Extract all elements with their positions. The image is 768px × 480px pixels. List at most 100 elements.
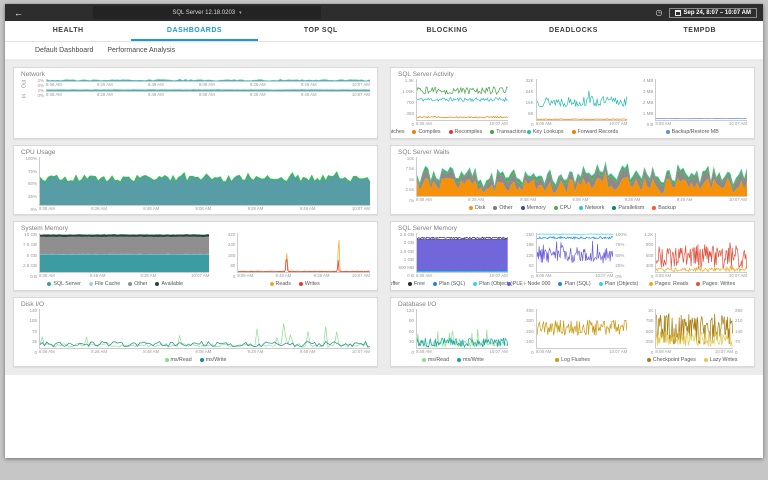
tab-blocking[interactable]: BLOCKING — [384, 21, 510, 41]
legend-dot-icon — [507, 282, 511, 286]
card-title-network: Network — [14, 68, 377, 79]
legend-dot-icon — [47, 282, 51, 286]
legend-item[interactable]: ms/Write — [457, 357, 484, 363]
y-axis-ticks: 10s7.5s5s2.5s0s — [398, 157, 416, 203]
sql-memory-pages-chart: 1.2K90060030008:08 AM10:07 AMPages: Read… — [637, 233, 747, 288]
legend-item[interactable]: Writes — [299, 281, 320, 287]
chart-legend: ms/Read ms/Write — [398, 355, 508, 364]
chart-legend: PLE - Node 000Plan (SQL)Plan (Objects) — [518, 279, 628, 288]
legend-item[interactable]: SQL Server — [47, 281, 80, 287]
card-database-io: Database I/O 12090603008:08 AM10:07 AMms… — [390, 297, 755, 367]
x-axis-ticks: 8:08 AM8:28 AM8:48 AM9:08 AM9:28 AM9:48 … — [46, 82, 370, 88]
y-axis-ticks: 1K7505002500 — [637, 309, 655, 355]
y-axis-label: Out — [21, 79, 28, 88]
legend-item[interactable]: Other — [493, 205, 512, 211]
legend-item[interactable]: ms/Write — [200, 357, 227, 363]
legend-dot-icon — [612, 206, 616, 210]
plot-area — [416, 233, 508, 273]
legend-item[interactable]: Other — [128, 281, 147, 287]
legend-item[interactable]: CPU — [554, 205, 571, 211]
legend-dot-icon — [704, 358, 708, 362]
legend-item[interactable]: Available — [155, 281, 182, 287]
activity-backup-chart: 4 MB3 MB2 MB1 MB0 B8:08 AM10:07 AMBackup… — [637, 79, 747, 136]
y-axis-ticks: 2%0% — [28, 79, 46, 88]
tab-health[interactable]: HEALTH — [5, 21, 131, 41]
server-selector[interactable]: SQL Server 12.18.0203 ▾ — [93, 6, 321, 19]
legend-item[interactable]: Reads — [270, 281, 291, 287]
sql-server-waits-chart: 10s7.5s5s2.5s0s8:08 AM8:28 AM8:48 AM9:08… — [398, 157, 747, 212]
legend-item[interactable]: PLE - Node 000 — [507, 281, 551, 287]
plot-area — [536, 79, 628, 121]
legend-item[interactable]: Key Lookups — [527, 129, 564, 135]
cpu-usage-chart: 100%75%50%25%0%8:08 AM8:28 AM8:48 AM9:08… — [21, 157, 370, 212]
plot-area — [39, 157, 370, 206]
tab-top-sql[interactable]: TOP SQL — [258, 21, 384, 41]
card-title-activity: SQL Server Activity — [391, 68, 754, 79]
legend-item[interactable]: ms/Read — [165, 357, 192, 363]
legend-dot-icon — [579, 206, 583, 210]
plot-area — [655, 309, 733, 349]
y-axis-ticks: 2.5 GB2 GB1.5 GB1 GB500 MB0 B — [398, 233, 416, 279]
breadcrumb-item-performance-analysis[interactable]: Performance Analysis — [107, 47, 175, 54]
legend-item[interactable]: Plan (SQL) — [558, 281, 590, 287]
legend-item[interactable]: Memory — [521, 205, 546, 211]
chart-legend: SQL Server File Cache Other Available — [21, 279, 209, 288]
y-axis-ticks-right: 100%75%50%25%0% — [613, 233, 627, 279]
legend-dot-icon — [599, 282, 603, 286]
legend-item[interactable]: Backup — [652, 205, 676, 211]
y-axis-ticks: 4 MB3 MB2 MB1 MB0 B — [637, 79, 655, 127]
y-axis-ticks: 32K24K16K8K0 — [518, 79, 536, 127]
legend-item[interactable]: ms/Read — [422, 357, 449, 363]
database-io-logflush-chart: 40030020010008:08 AM10:07 AMLog Flushes — [518, 309, 628, 364]
legend-item[interactable]: Recompiles — [449, 129, 483, 135]
x-axis-ticks: 8:08 AM8:28 AM8:48 AM9:08 AM9:28 AM9:48 … — [39, 206, 370, 212]
legend-item[interactable]: Checkpoint Pages — [647, 357, 696, 363]
tab-dashboards[interactable]: DASHBOARDS — [131, 21, 257, 41]
date-range-button[interactable]: Sep 24, 8:07 – 10:07 AM — [669, 8, 757, 18]
legend-dot-icon — [422, 358, 426, 362]
legend-item[interactable]: Log Flushes — [555, 357, 590, 363]
card-cpu-usage: CPU Usage 100%75%50%25%0%8:08 AM8:28 AM8… — [13, 145, 378, 215]
card-sql-server-waits: SQL Server Waits 10s7.5s5s2.5s0s8:08 AM8… — [390, 145, 755, 215]
legend-item[interactable]: Free — [408, 281, 425, 287]
tab-deadlocks[interactable]: DEADLOCKS — [510, 21, 636, 41]
legend-item[interactable]: Compiles — [412, 129, 440, 135]
legend-item[interactable]: Pages: Reads — [649, 281, 688, 287]
card-title-disk: Disk I/O — [14, 298, 377, 309]
legend-item[interactable]: Buffer — [390, 281, 400, 287]
legend-item[interactable]: File Cache — [89, 281, 120, 287]
tab-tempdb[interactable]: TEMPDB — [637, 21, 763, 41]
plot-area — [416, 157, 747, 197]
plot-area — [416, 79, 508, 121]
legend-dot-icon — [555, 358, 559, 362]
legend-item[interactable]: Plan (SQL) — [433, 281, 465, 287]
breadcrumb: Default Dashboard Performance Analysis — [5, 42, 763, 59]
legend-item[interactable]: Pages: Writes — [696, 281, 735, 287]
card-title-waits: SQL Server Waits — [391, 146, 754, 157]
legend-dot-icon — [473, 282, 477, 286]
back-button[interactable]: ← — [14, 8, 23, 18]
legend-item[interactable]: Plan (Objects) — [599, 281, 639, 287]
clock-icon[interactable]: ◷ — [656, 8, 663, 17]
legend-item[interactable]: Lazy Writes — [704, 357, 738, 363]
chart-legend: ms/Read ms/Write — [21, 355, 370, 364]
legend-item[interactable]: Batches — [390, 129, 404, 135]
y-axis-ticks: 320240160800 — [219, 233, 237, 279]
plot-area — [46, 89, 370, 92]
legend-dot-icon — [490, 130, 494, 134]
legend-dot-icon — [299, 282, 303, 286]
top-bar: ← SQL Server 12.18.0203 ▾ ◷ Sep 24, 8:07… — [5, 4, 763, 21]
y-axis-ticks-right: 280210140700 — [733, 309, 747, 355]
legend-item[interactable]: Network — [579, 205, 604, 211]
app-window: ← SQL Server 12.18.0203 ▾ ◷ Sep 24, 8:07… — [5, 4, 763, 458]
tab-bar: HEALTH DASHBOARDS TOP SQL BLOCKING DEADL… — [5, 21, 763, 42]
legend-dot-icon — [696, 282, 700, 286]
legend-item[interactable]: Disk — [469, 205, 485, 211]
breadcrumb-item-default-dashboard[interactable]: Default Dashboard — [35, 47, 93, 54]
legend-item[interactable]: Backup/Restore MB — [666, 129, 719, 135]
activity-batches-chart: 1.4K1.05K70035008:08 AM10:07 AMBatchesCo… — [398, 79, 508, 136]
card-title-sysmem: System Memory — [14, 222, 377, 233]
legend-item[interactable]: Forward Records — [572, 129, 619, 135]
legend-item[interactable]: Parallelism — [612, 205, 644, 211]
legend-dot-icon — [128, 282, 132, 286]
